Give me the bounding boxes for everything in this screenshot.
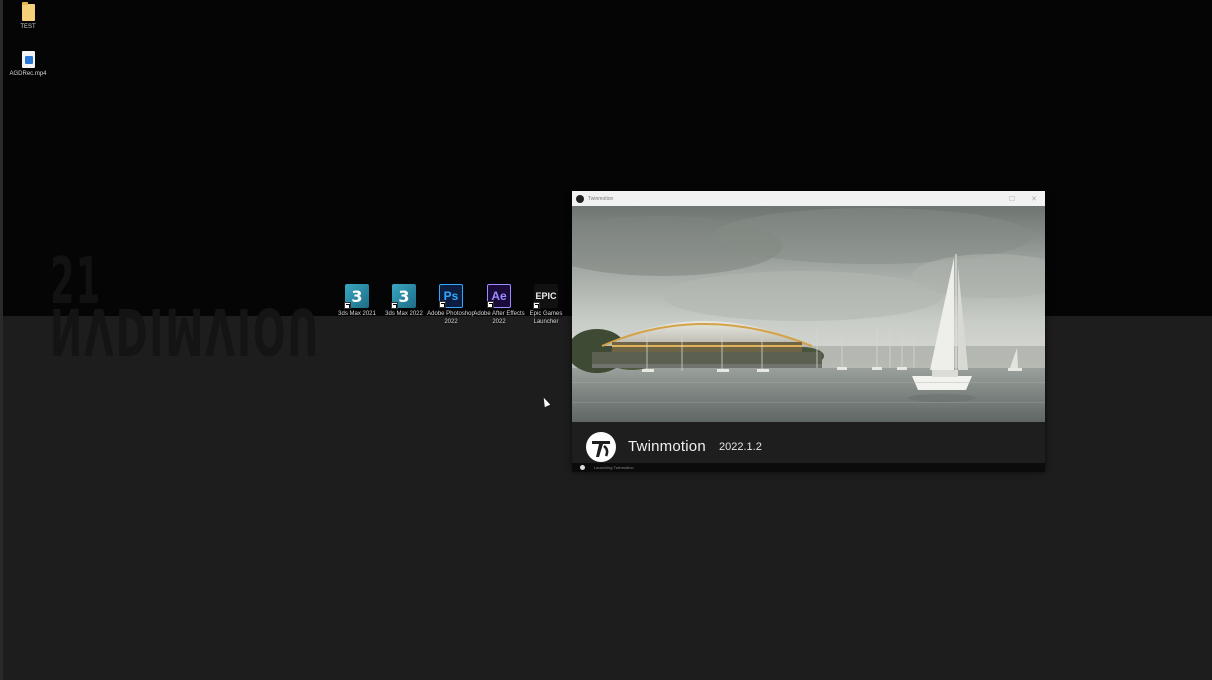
shortcut-arrow-icon	[533, 302, 540, 309]
twinmotion-logo-icon	[586, 432, 616, 462]
twinmotion-logo-icon	[576, 194, 584, 203]
3ds-max-icon: 3	[391, 284, 416, 309]
app-name: Twinmotion	[628, 438, 706, 455]
shortcut-arrow-icon	[487, 301, 494, 308]
window-title: Twinmotion	[588, 195, 614, 202]
epic-games-icon: EPIC	[533, 284, 558, 309]
close-button[interactable]: ✕	[1023, 191, 1045, 206]
after-effects-icon: Ae	[487, 284, 511, 308]
loading-indicator-icon	[580, 465, 585, 470]
desktop-icon-label: TEST	[20, 24, 36, 30]
shortcut-arrow-icon	[439, 301, 446, 308]
desktop-icon-epic-games-launcher[interactable]: EPIC Epic Games Launcher	[518, 284, 574, 326]
video-file-icon	[21, 51, 35, 68]
desktop-icon-agdrec-video[interactable]: AGDRec.mp4	[0, 51, 56, 78]
shortcut-arrow-icon	[391, 302, 398, 309]
desktop-icon-label: Epic Games Launcher	[529, 311, 563, 325]
window-titlebar[interactable]: Twinmotion ☐ ✕	[572, 191, 1045, 206]
screen-edge	[0, 0, 3, 680]
wallpaper-watermark-word: NVDIMVIOU	[50, 293, 321, 367]
shortcut-arrow-icon	[344, 302, 351, 309]
desktop-icon-test-folder[interactable]: TEST	[0, 2, 56, 31]
maximize-button[interactable]: ☐	[1001, 191, 1023, 206]
loading-status-text: Launching Twinmotion	[594, 465, 634, 470]
folder-icon	[21, 2, 35, 21]
photoshop-icon: Ps	[439, 284, 463, 308]
app-version: 2022.1.2	[719, 441, 762, 453]
splash-status-bar: Launching Twinmotion	[572, 463, 1045, 472]
twinmotion-splash-window: Twinmotion ☐ ✕ Twinmotion 2022.1.2 Launc…	[572, 191, 1045, 472]
splash-scene-image	[572, 206, 1045, 422]
3ds-max-icon: 3	[344, 284, 369, 309]
desktop-icon-label: AGDRec.mp4	[9, 71, 47, 77]
